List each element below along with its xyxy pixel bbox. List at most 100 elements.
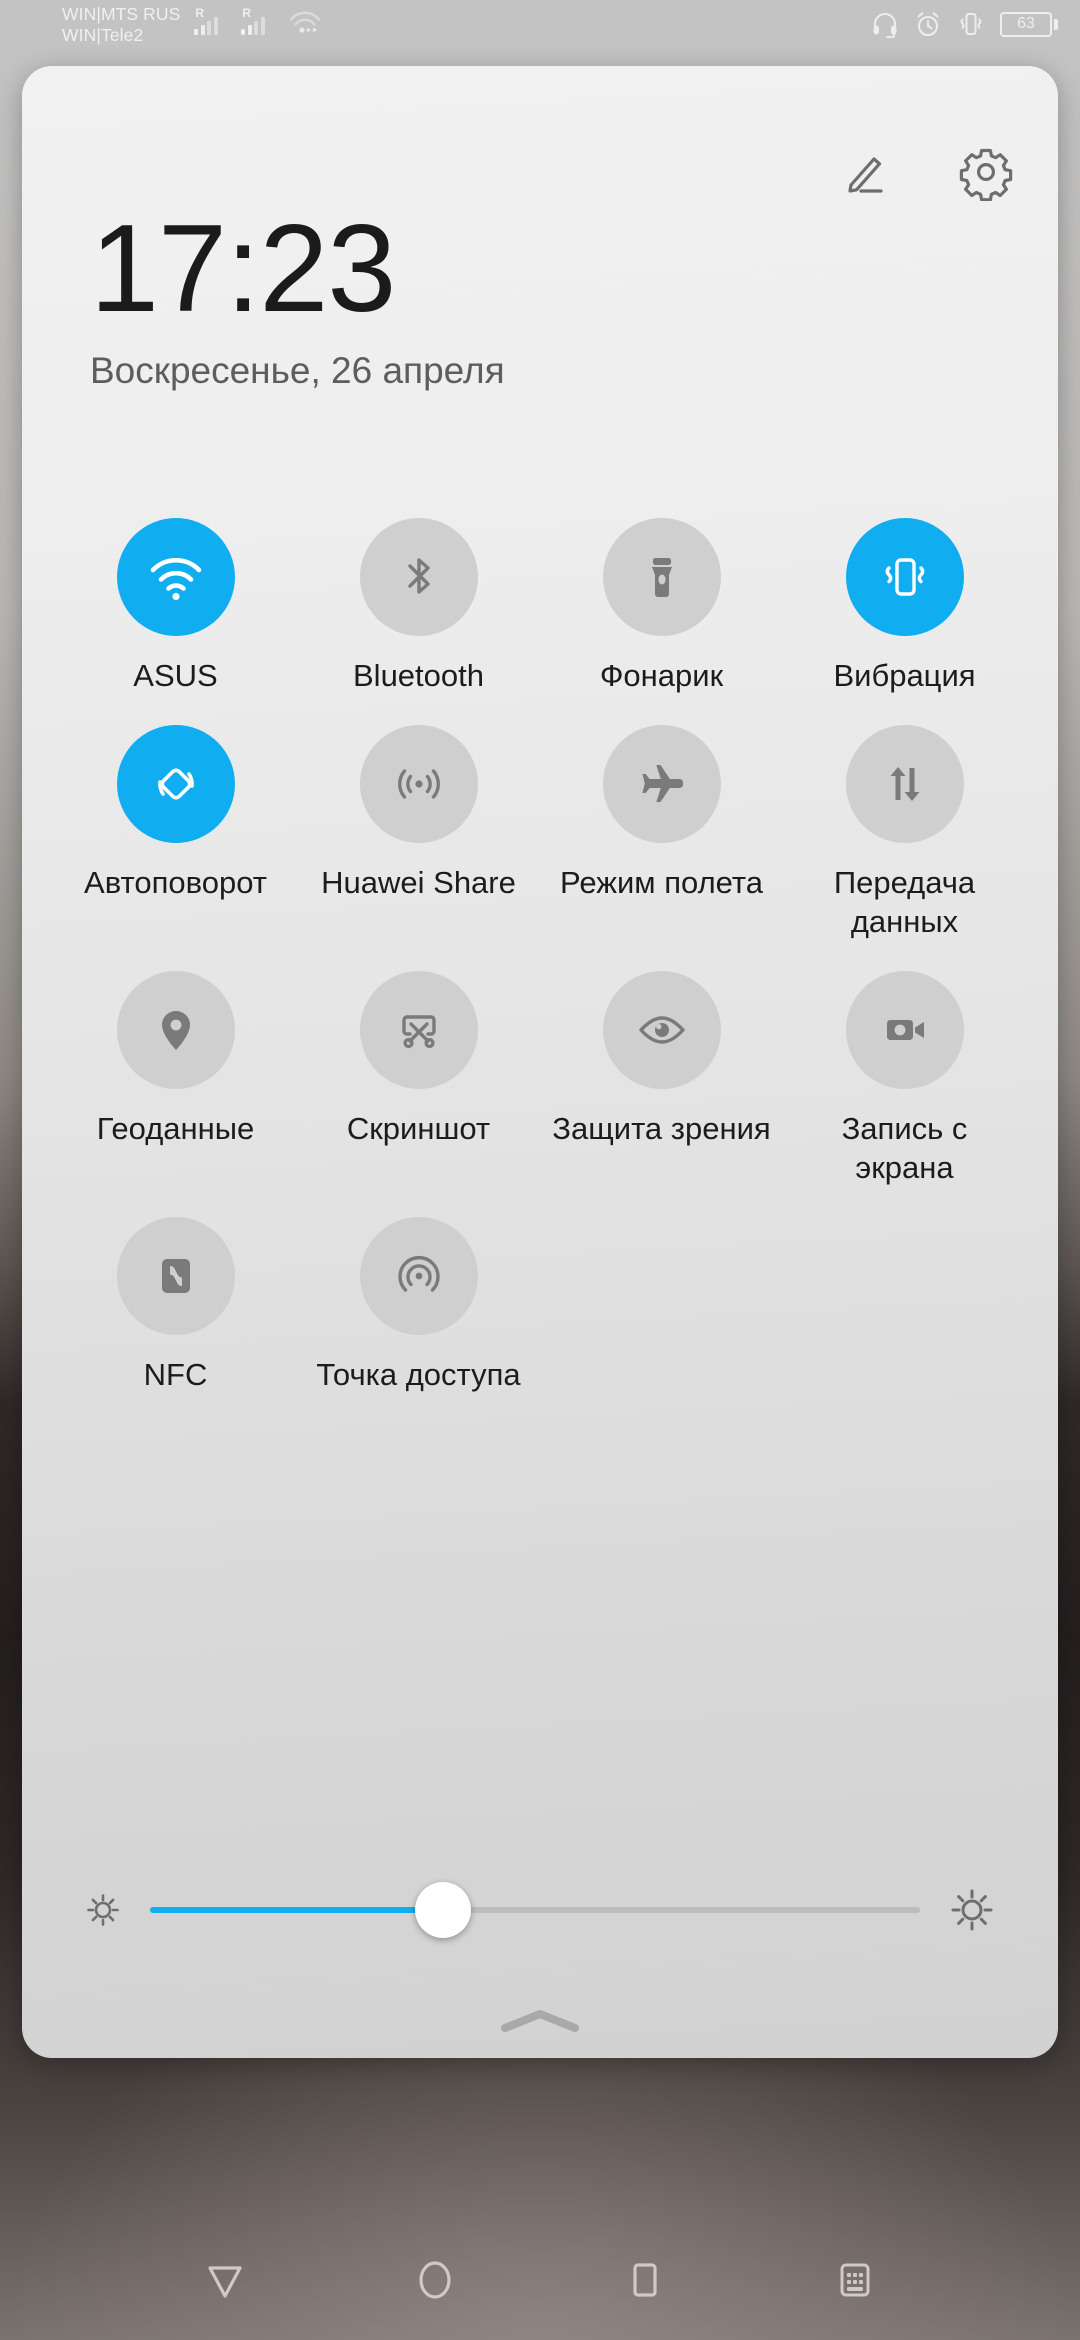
tile-airplane[interactable]: Режим полета <box>540 713 783 941</box>
tile-airplane-label: Режим полета <box>560 865 763 900</box>
status-bar-right: 63 <box>871 4 1058 38</box>
nfc-icon <box>145 1245 207 1307</box>
huawei-share-icon <box>388 753 450 815</box>
tile-wifi[interactable]: ASUS <box>54 506 297 695</box>
carrier-2-label: WIN|Tele2 <box>62 25 144 45</box>
clock-block: 17:23 Воскресенье, 26 апреля <box>90 206 505 392</box>
tile-placeholder <box>540 1205 783 1394</box>
brightness-high-icon <box>944 1882 1000 1938</box>
back-triangle-icon <box>197 2252 253 2308</box>
bluetooth-icon <box>388 546 450 608</box>
battery-indicator: 63 <box>1000 11 1058 37</box>
battery-percent-label: 63 <box>1017 15 1035 32</box>
eye-icon <box>631 999 693 1061</box>
tile-wifi-circle <box>116 518 235 636</box>
tile-airplane-circle <box>602 725 721 843</box>
headphones-icon <box>871 10 899 38</box>
status-bar: WIN|MTS RUS WIN|Tele2 R R 63 <box>0 0 1080 46</box>
location-pin-icon <box>145 999 207 1061</box>
quick-settings-panel: 17:23 Воскресенье, 26 апреля ASUS Blueto… <box>22 66 1058 2058</box>
clock-time: 17:23 <box>90 200 396 338</box>
tile-bluetooth-circle <box>359 518 478 636</box>
tile-vibration[interactable]: Вибрация <box>783 506 1026 695</box>
scissors-icon <box>388 999 450 1061</box>
tile-bluetooth-label: Bluetooth <box>353 658 484 693</box>
tile-huaweishare-label: Huawei Share <box>321 865 516 900</box>
signal-sim2-icon: R <box>241 6 275 35</box>
hotspot-icon <box>388 1245 450 1307</box>
tile-screenshot[interactable]: Скриншот <box>297 959 540 1187</box>
alarm-icon <box>914 10 942 38</box>
tile-nfc-circle <box>116 1217 235 1335</box>
gear-icon <box>957 143 1015 201</box>
data-transfer-icon <box>874 753 936 815</box>
tile-eyecomfort[interactable]: Защита зрения <box>540 959 783 1187</box>
tile-autorotate[interactable]: Автоповорот <box>54 713 297 941</box>
home-circle-icon <box>407 2252 463 2308</box>
tile-screenshot-circle <box>359 971 478 1089</box>
brightness-fill <box>150 1907 443 1913</box>
nav-recents-button[interactable] <box>600 2235 690 2325</box>
recents-square-icon <box>617 2252 673 2308</box>
tile-screenrec[interactable]: Запись с экрана <box>783 959 1026 1187</box>
pencil-icon <box>840 144 896 200</box>
tile-hotspot[interactable]: Точка доступа <box>297 1205 540 1394</box>
tile-hotspot-label: Точка доступа <box>316 1357 521 1392</box>
tile-flashlight-circle <box>602 518 721 636</box>
tile-mobiledata-label: Передача данных <box>833 865 976 939</box>
tile-hotspot-circle <box>359 1217 478 1335</box>
chevron-up-icon <box>497 2006 583 2036</box>
carrier-labels: WIN|MTS RUS WIN|Tele2 <box>62 4 180 46</box>
tile-huaweishare-circle <box>359 725 478 843</box>
brightness-slider[interactable] <box>150 1882 920 1938</box>
wifi-status-icon <box>288 9 322 35</box>
nav-keyboard-button[interactable] <box>810 2235 900 2325</box>
tile-wifi-label: ASUS <box>133 658 218 693</box>
vibrate-icon <box>874 546 936 608</box>
tile-nfc[interactable]: NFC <box>54 1205 297 1394</box>
wifi-icon <box>144 545 208 609</box>
tile-placeholder <box>783 1205 1026 1394</box>
signal-sim1-icon: R <box>194 6 228 35</box>
tile-mobiledata-circle <box>845 725 964 843</box>
tile-eyecomfort-label: Защита зрения <box>552 1111 771 1146</box>
quick-settings-tiles: ASUS Bluetooth Фонарик Вибрация Автопово… <box>54 506 1026 1394</box>
signal-icons: R R <box>194 4 322 35</box>
airplane-icon <box>631 753 693 815</box>
tile-screenrec-label: Запись с экрана <box>841 1111 968 1185</box>
brightness-row <box>80 1882 1000 1938</box>
tile-autorotate-label: Автоповорот <box>84 865 267 900</box>
carrier-1-label: WIN|MTS RUS <box>62 4 181 24</box>
tile-autorotate-circle <box>116 725 235 843</box>
tile-nfc-label: NFC <box>143 1357 208 1392</box>
auto-rotate-icon <box>145 753 207 815</box>
tile-eyecomfort-circle <box>602 971 721 1089</box>
tile-flashlight[interactable]: Фонарик <box>540 506 783 695</box>
tile-mobiledata[interactable]: Передача данных <box>783 713 1026 941</box>
nav-home-button[interactable] <box>390 2235 480 2325</box>
tile-bluetooth[interactable]: Bluetooth <box>297 506 540 695</box>
tile-flashlight-label: Фонарик <box>599 658 724 693</box>
tile-location-circle <box>116 971 235 1089</box>
status-bar-left: WIN|MTS RUS WIN|Tele2 R R <box>62 4 322 46</box>
collapse-panel-handle[interactable] <box>22 2006 1058 2036</box>
tile-vibration-circle <box>845 518 964 636</box>
brightness-low-icon <box>80 1887 126 1933</box>
vibrate-icon <box>957 10 985 38</box>
flashlight-icon <box>631 546 693 608</box>
tile-screenrec-circle <box>845 971 964 1089</box>
panel-actions <box>840 143 1015 201</box>
edit-tiles-button[interactable] <box>840 144 896 200</box>
video-camera-icon <box>874 999 936 1061</box>
tile-location[interactable]: Геоданные <box>54 959 297 1187</box>
brightness-thumb[interactable] <box>414 1882 471 1938</box>
tile-huaweishare[interactable]: Huawei Share <box>297 713 540 941</box>
settings-button[interactable] <box>957 143 1015 201</box>
tile-vibration-label: Вибрация <box>833 658 976 693</box>
nav-back-button[interactable] <box>180 2235 270 2325</box>
keyboard-icon <box>827 2252 883 2308</box>
tile-location-label: Геоданные <box>96 1111 255 1146</box>
clock-date: Воскресенье, 26 апреля <box>90 350 505 391</box>
navigation-bar <box>0 2220 1080 2340</box>
tile-screenshot-label: Скриншот <box>346 1111 491 1146</box>
